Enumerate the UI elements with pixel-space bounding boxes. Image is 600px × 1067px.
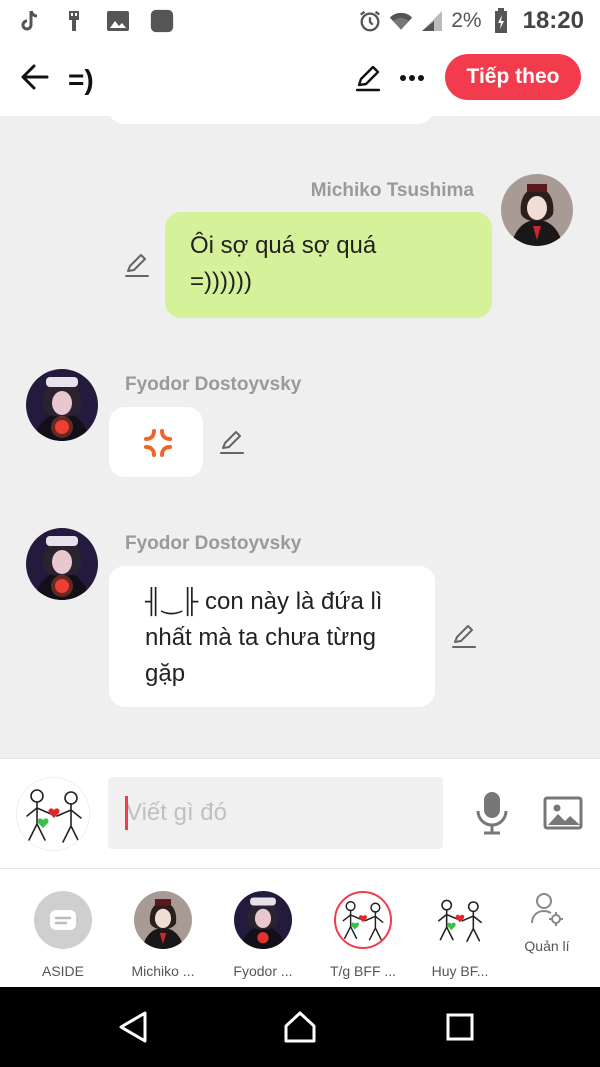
character-aside[interactable]: ASIDE bbox=[15, 889, 111, 979]
avatar-michiko bbox=[134, 891, 192, 949]
nav-back-icon[interactable] bbox=[113, 1007, 153, 1047]
message-text-line: =)))))) bbox=[190, 268, 252, 295]
manage-characters-button[interactable]: Quản lí bbox=[514, 891, 580, 954]
character-huy-bff[interactable]: Huy BF... bbox=[412, 889, 508, 979]
character-fyodor[interactable]: Fyodor ... bbox=[215, 889, 311, 979]
message-composer bbox=[0, 758, 600, 868]
avatar-michiko[interactable] bbox=[501, 174, 573, 246]
avatar-fyodor bbox=[234, 891, 292, 949]
gallery-icon bbox=[106, 9, 130, 33]
message-bubble[interactable] bbox=[109, 407, 203, 477]
character-label: Fyodor ... bbox=[233, 963, 293, 979]
message-text-line: nhất mà ta chưa từng bbox=[145, 624, 376, 651]
app-icon bbox=[150, 9, 174, 33]
status-bar: 2% 18:20 bbox=[0, 0, 600, 42]
character-label: ASIDE bbox=[41, 963, 84, 979]
message-text-line: Ôi sợ quá sợ quá bbox=[190, 232, 377, 259]
manage-label: Quản lí bbox=[524, 938, 570, 954]
message-input[interactable] bbox=[108, 777, 443, 849]
chat-header: =) Tiếp theo bbox=[0, 42, 600, 116]
chat-title: =) bbox=[68, 64, 94, 95]
user-settings-icon bbox=[530, 893, 564, 931]
character-label: Huy BF... bbox=[431, 963, 489, 979]
avatar-fyodor[interactable] bbox=[26, 528, 98, 600]
sender-name: Michiko Tsushima bbox=[310, 180, 474, 201]
character-label: T/g BFF ... bbox=[329, 963, 397, 979]
avatar-tg-bff bbox=[334, 891, 392, 949]
usb-icon bbox=[62, 9, 86, 33]
wifi-icon bbox=[389, 9, 413, 33]
edit-message-icon[interactable] bbox=[122, 250, 152, 280]
sender-name: Fyodor Dostoyvsky bbox=[125, 374, 302, 395]
edit-message-icon[interactable] bbox=[217, 427, 247, 457]
character-bar: ASIDE Michiko ... Fyodor ... T/g BFF ...… bbox=[0, 868, 600, 987]
next-button[interactable]: Tiếp theo bbox=[445, 54, 581, 100]
avatar-huy-bff bbox=[431, 891, 489, 949]
image-icon[interactable] bbox=[541, 793, 585, 833]
microphone-icon[interactable] bbox=[472, 789, 512, 837]
more-options-icon[interactable] bbox=[396, 62, 428, 94]
text-cursor bbox=[125, 796, 128, 830]
character-label: Michiko ... bbox=[131, 963, 195, 979]
sender-name: Fyodor Dostoyvsky bbox=[125, 533, 302, 554]
nav-home-icon[interactable] bbox=[280, 1007, 320, 1047]
aside-icon bbox=[34, 891, 92, 949]
alarm-icon bbox=[358, 9, 382, 33]
signal-icon bbox=[420, 9, 444, 33]
android-nav-bar bbox=[0, 987, 600, 1067]
message-bubble[interactable]: Ôi sợ quá sợ quá =)))))) bbox=[165, 212, 492, 318]
clock: 18:20 bbox=[522, 7, 584, 34]
battery-icon bbox=[489, 8, 513, 33]
edit-message-icon[interactable] bbox=[449, 621, 479, 651]
message-text-line: gặp bbox=[145, 660, 186, 687]
current-character-avatar[interactable] bbox=[16, 777, 90, 851]
character-michiko[interactable]: Michiko ... bbox=[115, 889, 211, 979]
avatar-fyodor[interactable] bbox=[26, 369, 98, 441]
edit-pencil-icon[interactable] bbox=[352, 62, 384, 94]
character-tg-bff[interactable]: T/g BFF ... bbox=[315, 889, 411, 979]
previous-message-bubble bbox=[108, 116, 434, 124]
nav-recents-icon[interactable] bbox=[440, 1007, 480, 1047]
back-arrow-icon[interactable] bbox=[18, 60, 52, 94]
battery-percent: 2% bbox=[451, 9, 482, 32]
chat-messages[interactable]: Michiko Tsushima Ôi sợ quá sợ quá =)))))… bbox=[0, 116, 600, 758]
anger-icon bbox=[143, 428, 173, 463]
message-text-line: ╢‿╟ con này là đứa lì bbox=[145, 588, 383, 615]
message-bubble[interactable]: ╢‿╟ con này là đứa lì nhất mà ta chưa từ… bbox=[109, 566, 435, 707]
tiktok-icon bbox=[18, 9, 42, 33]
